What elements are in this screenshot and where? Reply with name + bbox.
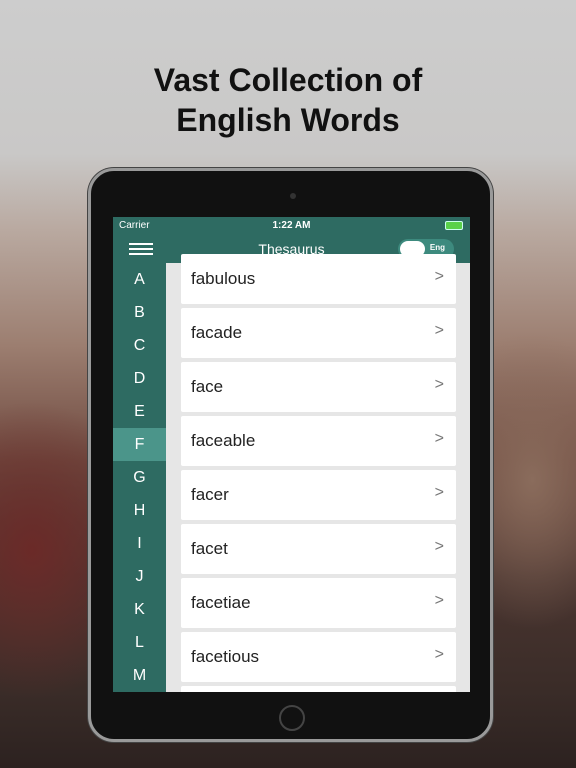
word-label: facer	[191, 485, 229, 504]
letter-index-i[interactable]: I	[113, 527, 166, 560]
alphabet-sidebar: ABCDEFGHIJKLM	[113, 263, 166, 692]
headline: Vast Collection of English Words	[0, 60, 576, 140]
word-list-item[interactable]: fabulous >	[181, 254, 456, 304]
app-screen: Carrier 1:22 AM Thesaurus Eng ABCDEFGHIJ…	[113, 217, 470, 692]
word-list-item[interactable]	[181, 686, 456, 692]
letter-index-g[interactable]: G	[113, 461, 166, 494]
chevron-right-icon: >	[434, 430, 444, 447]
letter-index-f[interactable]: F	[113, 428, 166, 461]
word-list-item[interactable]: facade >	[181, 308, 456, 358]
chevron-right-icon: >	[434, 592, 444, 609]
chevron-right-icon: >	[434, 376, 444, 393]
word-list: fabulous > facade > face > faceable > facer > face…	[181, 254, 456, 692]
letter-index-h[interactable]: H	[113, 494, 166, 527]
letter-index-m[interactable]: M	[113, 659, 166, 692]
word-label: faceable	[191, 431, 256, 450]
camera	[290, 193, 296, 199]
word-label: fabulous	[191, 269, 256, 288]
chevron-right-icon: >	[434, 538, 444, 555]
letter-index-a[interactable]: A	[113, 263, 166, 296]
word-list-item[interactable]: facer >	[181, 470, 456, 520]
battery-icon	[445, 221, 463, 230]
letter-index-b[interactable]: B	[113, 296, 166, 329]
word-label: facetious	[191, 647, 260, 666]
chevron-right-icon: >	[434, 322, 444, 339]
word-label: facetiae	[191, 593, 251, 612]
headline-line: Vast Collection of	[153, 62, 423, 98]
letter-index-j[interactable]: J	[113, 560, 166, 593]
letter-index-l[interactable]: L	[113, 626, 166, 659]
headline-line: English Words	[176, 102, 400, 138]
word-list-item[interactable]: facetious >	[181, 632, 456, 682]
word-label: facade	[191, 323, 243, 342]
word-list-item[interactable]: face >	[181, 362, 456, 412]
letter-index-k[interactable]: K	[113, 593, 166, 626]
word-list-item[interactable]: facet >	[181, 524, 456, 574]
chevron-right-icon: >	[434, 646, 444, 663]
chevron-right-icon: >	[434, 484, 444, 501]
letter-index-c[interactable]: C	[113, 329, 166, 362]
letter-index-e[interactable]: E	[113, 395, 166, 428]
status-bar: Carrier 1:22 AM	[113, 217, 470, 235]
word-list-item[interactable]: facetiae >	[181, 578, 456, 628]
home-button[interactable]	[279, 705, 305, 731]
word-label: face	[191, 377, 224, 396]
status-time: 1:22 AM	[272, 220, 311, 231]
word-label: facet	[191, 539, 228, 558]
word-list-item[interactable]: faceable >	[181, 416, 456, 466]
toggle-label: Eng	[429, 243, 445, 252]
chevron-right-icon: >	[434, 268, 444, 285]
letter-index-d[interactable]: D	[113, 362, 166, 395]
